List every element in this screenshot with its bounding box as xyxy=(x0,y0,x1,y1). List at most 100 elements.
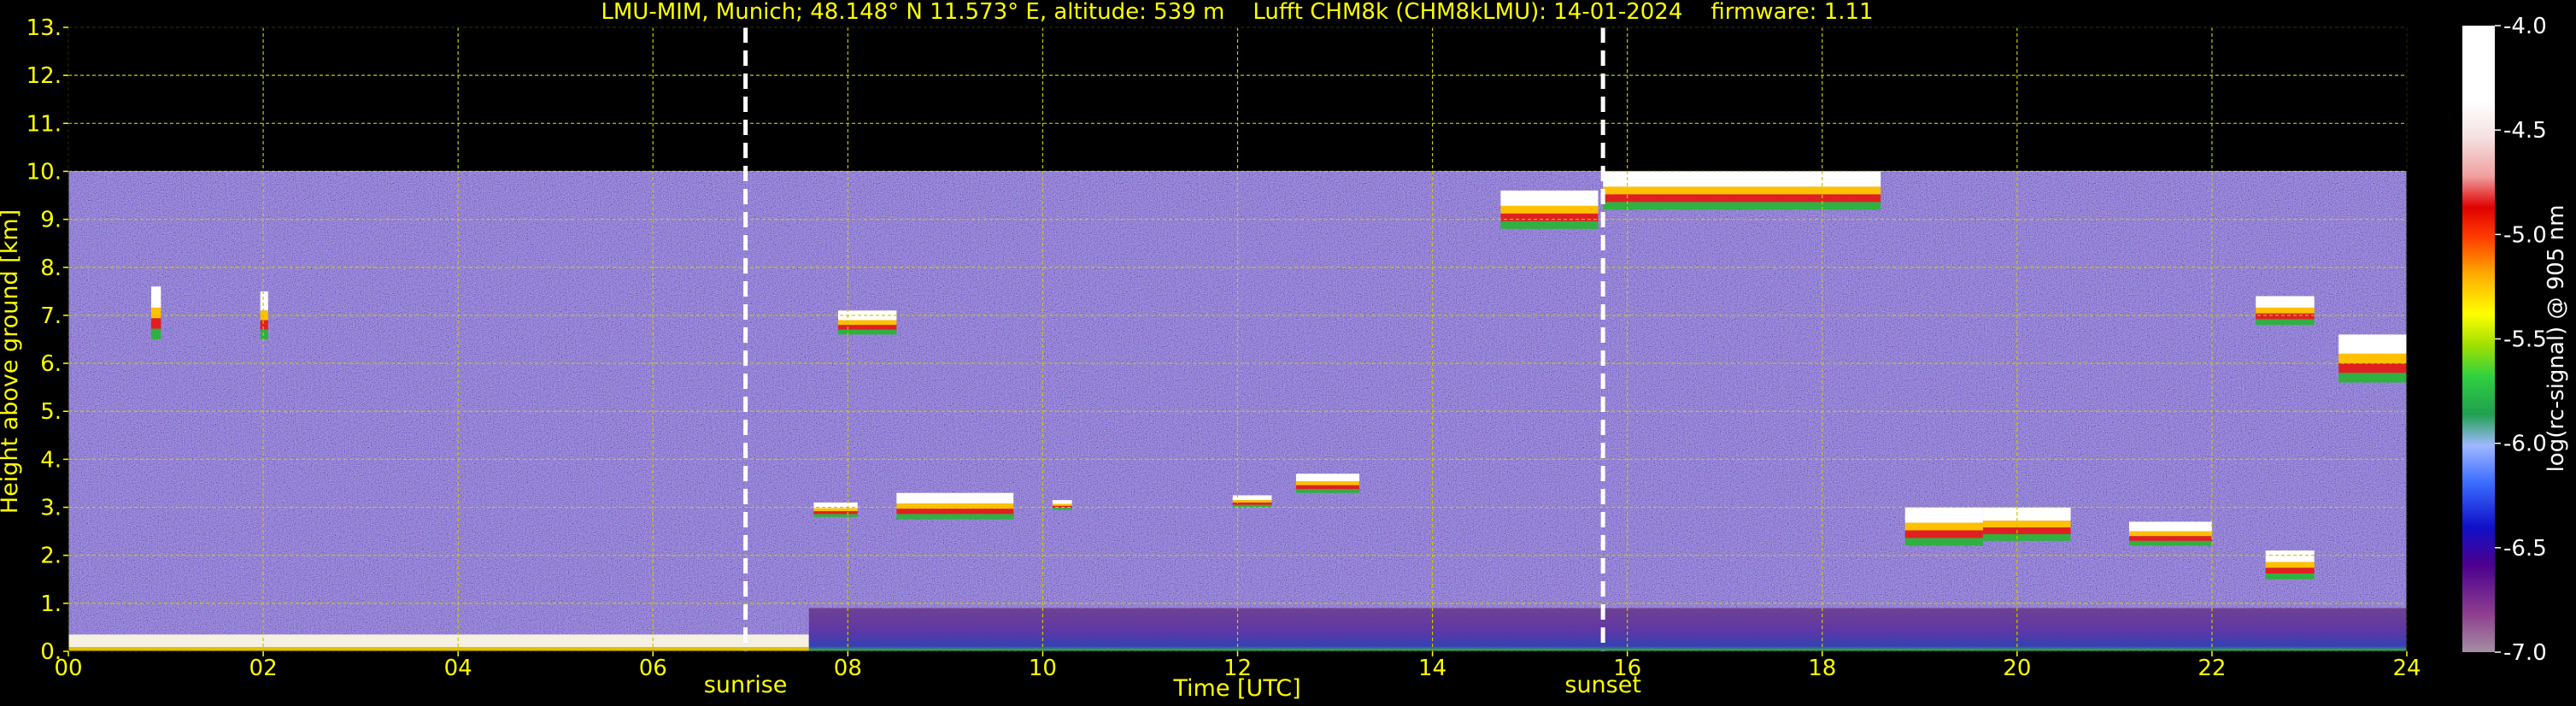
cloud-band-red xyxy=(2338,363,2407,374)
cloud-feature xyxy=(2256,296,2315,326)
cloud-band-red xyxy=(837,325,897,330)
cloud-feature xyxy=(1904,507,1983,546)
y-tick-label: 3. xyxy=(40,496,62,521)
cloud-core xyxy=(150,286,161,308)
cloud-band-yellow xyxy=(1500,205,1599,214)
cloud-feature xyxy=(2338,334,2407,383)
y-tick-label: 11. xyxy=(26,111,62,137)
cloud-feature xyxy=(1982,507,2071,541)
cloud-band-green xyxy=(896,514,1014,520)
cloud-core xyxy=(1295,474,1360,482)
cloud-band-red xyxy=(260,320,268,330)
cloud-feature xyxy=(1232,495,1272,508)
cloud-feature xyxy=(1052,500,1072,510)
cloud-band-yellow xyxy=(1982,521,2071,528)
cloud-feature xyxy=(1603,171,1881,210)
cloud-band-green xyxy=(813,514,858,517)
cloud-band-green xyxy=(1052,508,1072,510)
y-tick-label: 8. xyxy=(40,256,62,281)
cloud-band-red xyxy=(2256,313,2315,320)
cloud-band-red xyxy=(2128,536,2212,541)
y-axis-label: Height above ground [km] xyxy=(0,209,23,514)
colorbar-tick-label: -6.5 xyxy=(2503,536,2547,562)
cloud-feature xyxy=(1500,190,1599,229)
colorbar-tick-label: -7.0 xyxy=(2503,640,2547,666)
y-tick-label: 0. xyxy=(40,639,62,665)
cloud-band-yellow xyxy=(2338,353,2407,364)
cloud-core xyxy=(1603,171,1881,187)
cloud-band-yellow xyxy=(837,320,897,326)
y-tick-label: 4. xyxy=(40,447,62,473)
y-tick-label: 12. xyxy=(26,63,62,89)
cloud-band-red xyxy=(150,318,161,329)
cloud-feature xyxy=(1295,474,1360,493)
cloud-band-red xyxy=(896,509,1014,515)
cloud-band-yellow xyxy=(1052,503,1072,506)
cloud-feature xyxy=(2128,521,2212,546)
cloud-band-yellow xyxy=(1904,522,1983,531)
cloud-band-green xyxy=(1295,489,1360,493)
cloud-feature xyxy=(896,492,1014,520)
cloud-band-yellow xyxy=(1295,481,1360,485)
cloud-band-red xyxy=(1295,485,1360,490)
surface-layer xyxy=(68,634,809,651)
cloud-band-green xyxy=(2338,373,2407,383)
colorbar-gradient xyxy=(2462,26,2495,652)
y-axis-ticks: 0. 1. 2. 3. 4. 5. 6. 7. 8. 9. 10. 11. 12. 13. xyxy=(26,15,68,665)
cloud-band-yellow xyxy=(2128,531,2212,537)
cloud-core xyxy=(2128,521,2212,532)
cloud-band-green xyxy=(1603,202,1881,210)
cloud-band-red xyxy=(2265,568,2315,574)
surface-layer-base xyxy=(68,647,809,651)
x-tick-label: 08 xyxy=(834,656,862,681)
cloud-core xyxy=(1500,190,1599,206)
cloud-band-red xyxy=(1232,502,1272,505)
cloud-core xyxy=(2256,296,2315,308)
colorbar-tick-label: -5.5 xyxy=(2503,327,2547,353)
cloud-band-red xyxy=(1904,530,1983,538)
x-tick-label: 14 xyxy=(1418,656,1446,681)
cloud-core xyxy=(896,492,1014,504)
cloud-feature xyxy=(150,286,161,339)
cloud-band-green xyxy=(2128,540,2212,546)
x-tick-label: 22 xyxy=(2198,656,2226,681)
cloud-core xyxy=(1904,507,1983,523)
cloud-band-red xyxy=(1500,213,1599,221)
y-tick-label: 10. xyxy=(26,159,62,185)
cloud-core xyxy=(2265,550,2315,562)
x-tick-label: 06 xyxy=(639,656,667,681)
cloud-band-yellow xyxy=(2256,307,2315,314)
x-tick-label: 20 xyxy=(2003,656,2031,681)
cloud-band-green xyxy=(150,328,161,339)
boundary-layer xyxy=(808,608,2407,651)
x-tick-label: 04 xyxy=(444,656,472,681)
y-tick-label: 13. xyxy=(26,15,62,41)
cloud-band-yellow xyxy=(813,508,858,512)
y-tick-label: 9. xyxy=(40,208,62,233)
cloud-core xyxy=(1232,495,1272,501)
cloud-band-yellow xyxy=(1232,500,1272,503)
cloud-core xyxy=(1052,500,1072,504)
x-tick-label: 02 xyxy=(249,656,278,681)
cloud-feature xyxy=(837,310,897,335)
cloud-band-yellow xyxy=(2265,562,2315,568)
x-tick-label: 18 xyxy=(1808,656,1836,681)
cloud-feature xyxy=(813,502,858,517)
cloud-band-green xyxy=(837,329,897,335)
colorbar-tick-label: -4.0 xyxy=(2503,14,2547,39)
cloud-band-red xyxy=(1982,527,2071,534)
cloud-band-red xyxy=(1603,194,1881,203)
colorbar-label: log(rc-signal) @ 905 nm xyxy=(2544,205,2569,473)
x-tick-label: 10 xyxy=(1029,656,1057,681)
cloud-band-green xyxy=(1500,221,1599,229)
cloud-core xyxy=(260,291,268,311)
cloud-band-yellow xyxy=(1603,186,1881,195)
sun-marker-label: sunrise xyxy=(704,672,788,698)
chart-title: LMU-MIM, Munich; 48.148° N 11.573° E, al… xyxy=(601,0,1873,25)
colorbar-tick-label: -5.0 xyxy=(2503,222,2547,248)
colorbar: -4.0 -4.5 -5.0 -5.5 -6.0 -6.5 -7.0 log(rc-sign… xyxy=(2462,14,2569,666)
cloud-band-green xyxy=(2256,319,2315,326)
cloud-band-yellow xyxy=(150,307,161,319)
cloud-band-red xyxy=(813,511,858,515)
cloud-band-yellow xyxy=(896,503,1014,509)
